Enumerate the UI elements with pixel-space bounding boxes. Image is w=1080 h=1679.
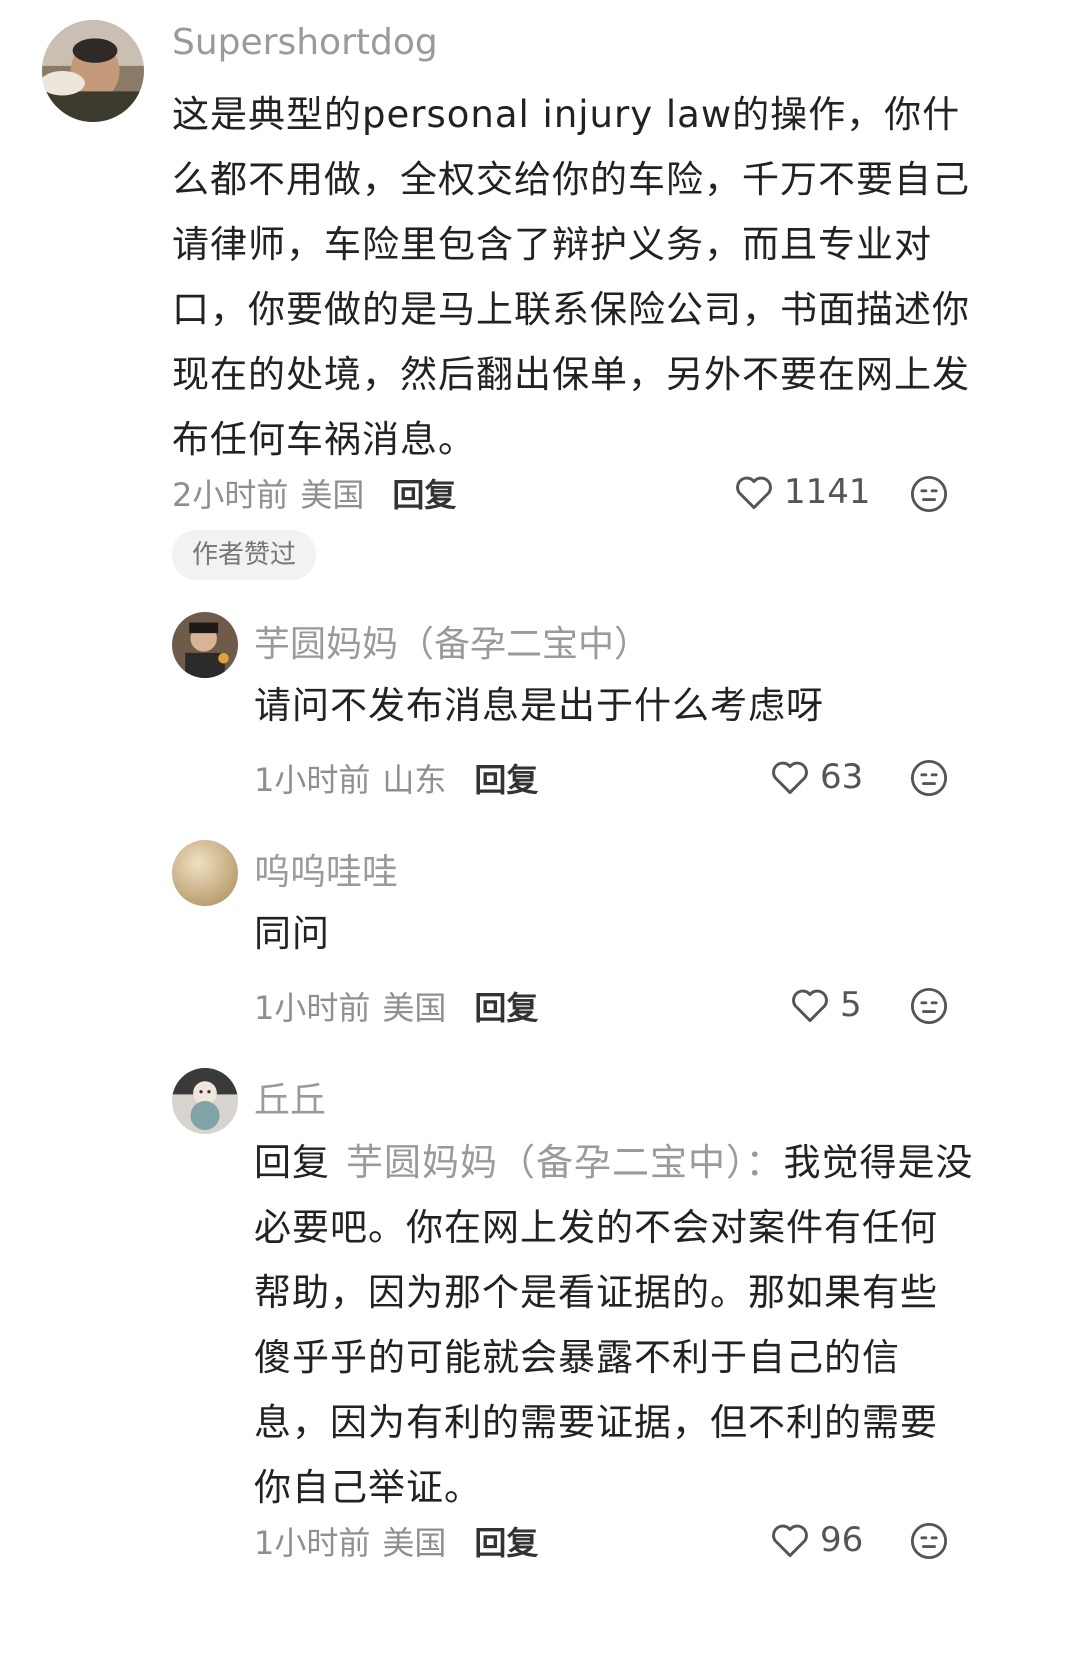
avatar[interactable] — [172, 1068, 238, 1134]
avatar[interactable] — [42, 20, 144, 122]
comment-text: 这是典型的personal injury law的操作，你什么都不用做，全权交给… — [172, 93, 970, 461]
like-count: 5 — [840, 985, 862, 1025]
avatar[interactable] — [172, 612, 238, 678]
avatar[interactable] — [172, 840, 238, 906]
like-count: 63 — [820, 757, 864, 797]
like-count: 96 — [820, 1520, 864, 1560]
dislike-button[interactable] — [910, 1522, 948, 1564]
location: 美国 — [382, 989, 447, 1027]
location: 山东 — [382, 761, 447, 799]
comment-text: 请问不发布消息是出于什么考虑呀 — [254, 684, 824, 727]
reply-button[interactable]: 回复 — [474, 1518, 538, 1564]
timestamp: 1小时前 — [254, 761, 371, 799]
reply-button[interactable]: 回复 — [392, 470, 456, 516]
comment-text: 回复 芋圆妈妈（备孕二宝中）：我觉得是没必要吧。你在网上发的不会对案件有任何帮助，… — [254, 1130, 974, 1520]
location: 美国 — [382, 1524, 447, 1562]
like-button[interactable]: 1141 — [734, 472, 871, 512]
comment-meta: 1小时前 美国 回复 — [254, 983, 538, 1029]
heart-outline-icon — [736, 476, 772, 510]
author-liked-badge: 作者赞过 — [172, 530, 317, 580]
dislike-button[interactable] — [910, 759, 948, 801]
timestamp: 1小时前 — [254, 989, 371, 1027]
heart-outline-icon — [772, 1524, 808, 1558]
username[interactable]: 芋圆妈妈（备孕二宝中） — [254, 615, 650, 667]
location: 美国 — [300, 476, 365, 514]
comment-meta: 1小时前 美国 回复 — [254, 1518, 538, 1564]
reply-button[interactable]: 回复 — [474, 983, 538, 1029]
reply-button[interactable]: 回复 — [474, 755, 538, 801]
comment-text: 同问 — [254, 912, 330, 955]
heart-outline-icon — [772, 761, 808, 795]
like-button[interactable]: 5 — [790, 985, 862, 1025]
username[interactable]: 呜呜哇哇 — [254, 843, 398, 895]
reply-prefix: 回复 — [254, 1141, 330, 1184]
comment-meta: 2小时前 美国 回复 — [172, 470, 456, 516]
timestamp: 2小时前 — [172, 476, 289, 514]
dislike-button[interactable] — [910, 475, 948, 517]
neutral-face-icon — [910, 987, 948, 1025]
heart-outline-icon — [792, 989, 828, 1023]
username[interactable]: Supershortdog — [172, 22, 438, 63]
neutral-face-icon — [910, 759, 948, 797]
like-count: 1141 — [784, 472, 871, 512]
dislike-button[interactable] — [910, 987, 948, 1029]
like-button[interactable]: 63 — [770, 757, 863, 797]
timestamp: 1小时前 — [254, 1524, 371, 1562]
comment-meta: 1小时前 山东 回复 — [254, 755, 538, 801]
neutral-face-icon — [910, 1522, 948, 1560]
username[interactable]: 丘丘 — [254, 1071, 326, 1123]
reply-target-username[interactable]: 芋圆妈妈（备孕二宝中）： — [346, 1141, 784, 1184]
like-button[interactable]: 96 — [770, 1520, 863, 1560]
reply-text: 我觉得是没必要吧。你在网上发的不会对案件有任何帮助，因为那个是看证据的。那如果有… — [254, 1141, 974, 1509]
neutral-face-icon — [910, 475, 948, 513]
